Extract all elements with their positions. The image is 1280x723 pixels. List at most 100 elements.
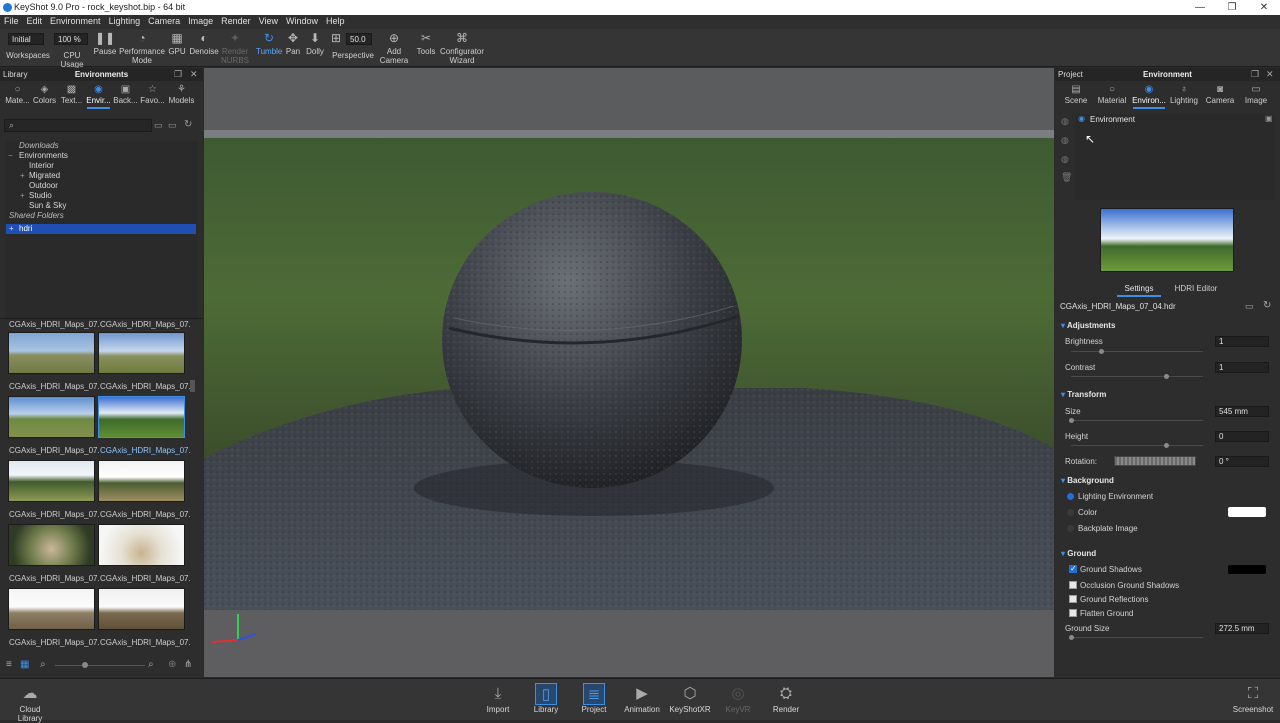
undock-icon[interactable]: ❐ — [174, 69, 182, 80]
tab-environments[interactable]: ◉ Envir... — [85, 84, 112, 109]
upload-icon[interactable]: ⊕ — [168, 659, 176, 670]
radio-color[interactable] — [1067, 509, 1074, 516]
tab-colors[interactable]: ◈ Colors — [31, 84, 58, 105]
section-adjustments[interactable]: Adjustments — [1061, 321, 1115, 330]
library-search-input[interactable]: ⌕ — [4, 119, 152, 132]
contrast-slider[interactable] — [1071, 374, 1203, 379]
menu-edit[interactable]: Edit — [23, 15, 47, 26]
tumble-button[interactable]: ↻ Tumble — [256, 31, 282, 56]
lock-icon[interactable]: ▣ — [1265, 114, 1273, 123]
expand-icon[interactable]: + — [9, 224, 14, 233]
add-camera-button[interactable]: ⊕ Add Camera — [378, 31, 410, 65]
duplicate-environment-icon[interactable]: ◍ — [1061, 135, 1069, 146]
gpu-button[interactable]: ▦ GPU — [166, 31, 188, 56]
hdri-thumbnail[interactable] — [98, 460, 185, 502]
import-button[interactable]: ⤓ Import — [476, 683, 520, 714]
denoise-button[interactable]: ◐ Denoise — [188, 31, 220, 56]
add-environment-icon[interactable]: ◍ — [1061, 116, 1069, 127]
hdri-thumbnail[interactable] — [98, 588, 185, 630]
collapse-icon[interactable]: − — [8, 151, 13, 160]
brightness-slider[interactable] — [1071, 349, 1203, 354]
folder-add-icon[interactable]: ▭ — [168, 120, 177, 131]
menu-view[interactable]: View — [255, 15, 282, 26]
tab-scene[interactable]: ▤ Scene — [1061, 84, 1091, 105]
folder-open-icon[interactable]: ▭ — [1245, 301, 1254, 312]
rotation-dial[interactable] — [1114, 456, 1196, 466]
animation-button[interactable]: ▶ Animation — [620, 683, 664, 714]
hdri-thumbnail[interactable] — [8, 524, 95, 566]
render-button[interactable]: ⛭ Render — [764, 683, 808, 714]
minimize-button[interactable]: — — [1184, 0, 1216, 15]
undock-icon[interactable]: ❐ — [1251, 69, 1259, 80]
tree-item-sun-sky[interactable]: Sun & Sky — [6, 201, 196, 211]
render-nurbs-button[interactable]: ✦ Render NURBS — [220, 31, 250, 65]
radio-lighting-environment[interactable] — [1067, 493, 1074, 500]
tab-lighting[interactable]: ♁ Lighting — [1167, 84, 1201, 105]
tab-favorites[interactable]: ☆ Favo... — [139, 84, 166, 105]
hdri-thumbnail[interactable] — [8, 588, 95, 630]
tree-item-studio[interactable]: + Studio — [6, 191, 196, 201]
library-button[interactable]: ▯ Library — [524, 683, 568, 714]
ground-size-input[interactable]: 272.5 mm — [1215, 623, 1269, 634]
copy-environment-icon[interactable]: ◍ — [1061, 154, 1069, 165]
subtab-hdri-editor[interactable]: HDRI Editor — [1171, 284, 1221, 293]
fov-icon-button[interactable]: ⊞ — [330, 31, 342, 47]
pause-button[interactable]: ❚❚ Pause — [93, 31, 117, 56]
slider-knob[interactable] — [82, 662, 88, 668]
tab-image[interactable]: ▭ Image — [1241, 84, 1271, 105]
expand-icon[interactable]: + — [20, 171, 25, 180]
hdri-thumbnail[interactable] — [8, 460, 95, 502]
flatten-ground-checkbox[interactable] — [1069, 609, 1077, 617]
slider-knob[interactable] — [1164, 443, 1169, 448]
tree-item-migrated[interactable]: + Migrated — [6, 171, 196, 181]
screenshot-button[interactable]: ⛶ Screenshot — [1230, 683, 1276, 714]
height-slider[interactable] — [1071, 443, 1203, 448]
contrast-input[interactable]: 1 — [1215, 362, 1269, 373]
cloud-library-button[interactable]: ☁ Cloud Library — [8, 683, 52, 723]
pan-button[interactable]: ✥ Pan — [283, 31, 303, 56]
size-slider[interactable] — [1069, 418, 1203, 423]
menu-lighting[interactable]: Lighting — [105, 15, 145, 26]
hdri-thumbnail[interactable] — [8, 332, 95, 374]
menu-render[interactable]: Render — [217, 15, 255, 26]
environment-list-item[interactable]: ◉ Environment ▣ — [1075, 114, 1275, 125]
slider-knob[interactable] — [1069, 418, 1074, 423]
section-ground[interactable]: Ground — [1061, 549, 1096, 558]
section-transform[interactable]: Transform — [1061, 390, 1106, 399]
menu-camera[interactable]: Camera — [144, 15, 184, 26]
tree-item-hdri[interactable]: + hdri — [6, 224, 196, 234]
slider-knob[interactable] — [1164, 374, 1169, 379]
scrollbar-thumb[interactable] — [190, 380, 195, 392]
close-window-button[interactable]: ✕ — [1248, 0, 1280, 15]
tree-icon[interactable]: ⋔ — [184, 659, 192, 670]
zoom-in-icon[interactable]: ⌕ — [148, 659, 154, 670]
tab-materials[interactable]: ○ Mate... — [4, 84, 31, 105]
render-viewport[interactable] — [204, 68, 1054, 677]
performance-mode-button[interactable]: ◔ Performance Mode — [118, 31, 166, 65]
radio-backplate-image[interactable] — [1067, 525, 1074, 532]
brightness-input[interactable]: 1 — [1215, 336, 1269, 347]
list-view-icon[interactable]: ≡ — [6, 659, 12, 670]
tree-item-outdoor[interactable]: Outdoor — [6, 181, 196, 191]
ground-shadows-checkbox[interactable]: ✓ — [1069, 564, 1077, 573]
occlusion-ground-shadows-checkbox[interactable] — [1069, 581, 1077, 589]
dolly-button[interactable]: ⬇ Dolly — [304, 31, 326, 56]
slider-knob[interactable] — [1069, 635, 1074, 640]
tab-environment[interactable]: ◉ Environ... — [1131, 84, 1167, 109]
ground-size-slider[interactable] — [1069, 635, 1203, 640]
folder-icon[interactable]: ▭ — [154, 120, 163, 131]
close-panel-icon[interactable]: ✕ — [190, 69, 198, 80]
slider-knob[interactable] — [1099, 349, 1104, 354]
perspective-dropdown[interactable]: Perspective — [330, 51, 376, 60]
tools-button[interactable]: ✂ Tools — [413, 31, 439, 56]
hdri-thumbnail[interactable] — [98, 524, 185, 566]
close-panel-icon[interactable]: ✕ — [1266, 69, 1274, 80]
tree-item-environments[interactable]: − Environments — [6, 151, 196, 161]
reload-icon[interactable]: ↻ — [1263, 300, 1271, 311]
fov-input[interactable]: 50.0 — [346, 33, 372, 45]
background-color-swatch[interactable] — [1228, 507, 1266, 517]
configurator-wizard-button[interactable]: ⌘ Configurator Wizard — [440, 31, 484, 65]
rendered-scene[interactable] — [204, 68, 1054, 677]
hdri-thumbnail-selected[interactable] — [98, 396, 185, 438]
rotation-input[interactable]: 0 ° — [1215, 456, 1269, 467]
